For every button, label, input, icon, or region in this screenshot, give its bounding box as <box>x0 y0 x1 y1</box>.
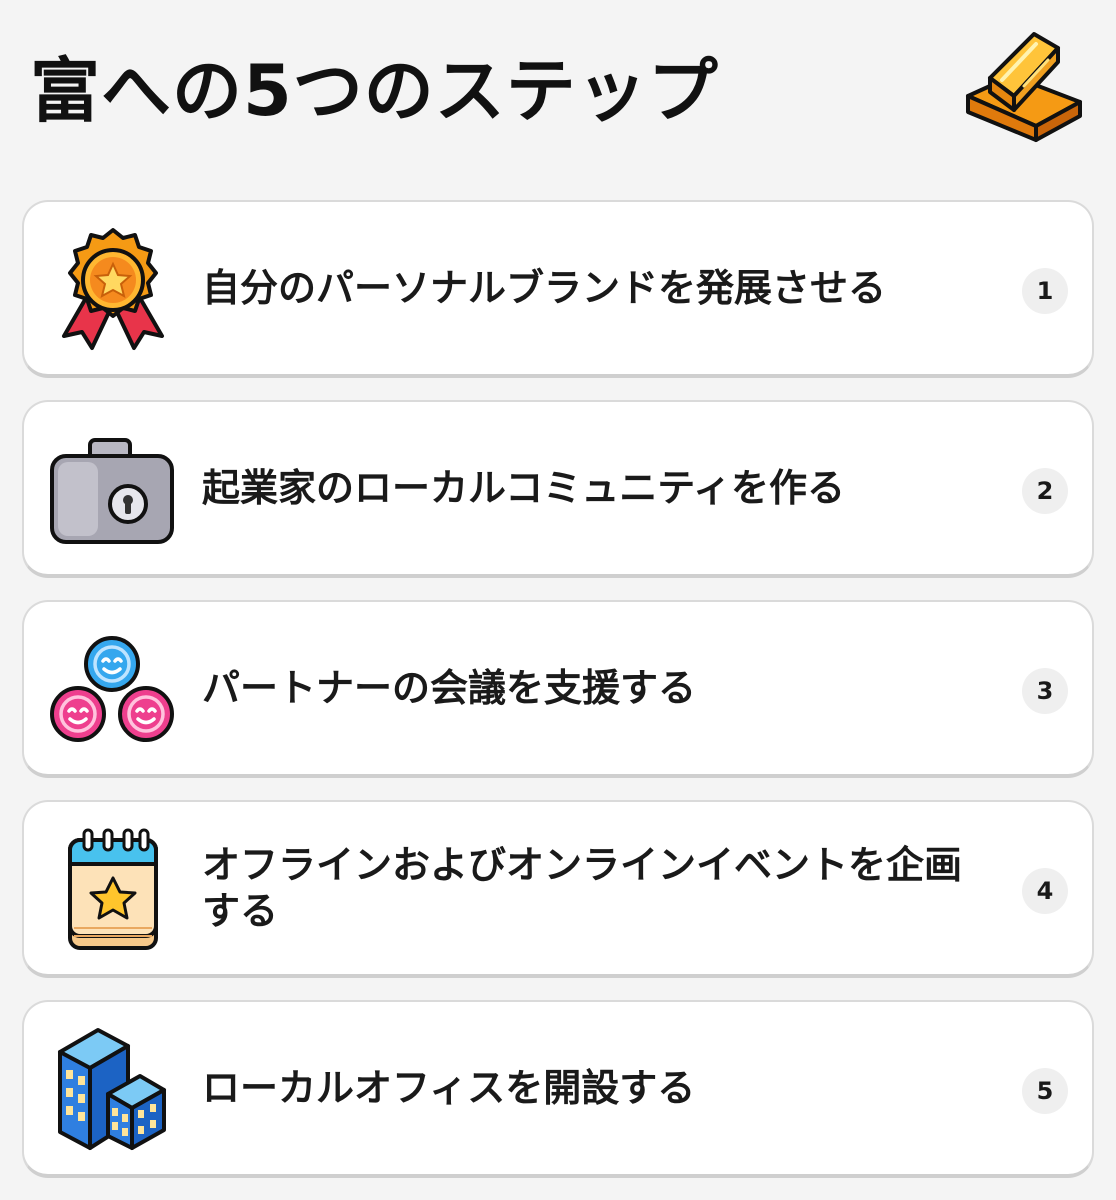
step-number-badge: 4 <box>1022 868 1068 914</box>
step-card-4[interactable]: オフラインおよびオンラインイベントを企画する 4 <box>22 800 1094 978</box>
step-number-badge: 3 <box>1022 668 1068 714</box>
step-label: 起業家のローカルコミュニティを作る <box>202 466 845 510</box>
calendar-icon <box>48 824 178 954</box>
office-buildings-icon <box>48 1024 178 1154</box>
step-label: ローカルオフィスを開設する <box>202 1066 696 1110</box>
gold-bars-icon <box>962 26 1094 148</box>
step-card-2[interactable]: 起業家のローカルコミュニティを作る 2 <box>22 400 1094 578</box>
steps-list: 自分のパーソナルブランドを発展させる 1 起業家のローカルコミュニティを作る 2 <box>22 200 1094 1178</box>
step-card-1[interactable]: 自分のパーソナルブランドを発展させる 1 <box>22 200 1094 378</box>
step-card-3[interactable]: パートナーの会議を支援する 3 <box>22 600 1094 778</box>
step-number-badge: 1 <box>1022 268 1068 314</box>
step-label: パートナーの会議を支援する <box>202 666 697 710</box>
briefcase-icon <box>48 424 178 554</box>
medal-icon <box>48 224 178 354</box>
step-label: 自分のパーソナルブランドを発展させる <box>202 266 887 310</box>
page-title: 富への5つのステップ <box>30 50 719 132</box>
header: 富への5つのステップ <box>0 0 1116 180</box>
people-group-icon <box>48 624 178 754</box>
step-label: オフラインおよびオンラインイベントを企画する <box>202 843 963 933</box>
step-number-badge: 5 <box>1022 1068 1068 1114</box>
step-number-badge: 2 <box>1022 468 1068 514</box>
step-card-5[interactable]: ローカルオフィスを開設する 5 <box>22 1000 1094 1178</box>
